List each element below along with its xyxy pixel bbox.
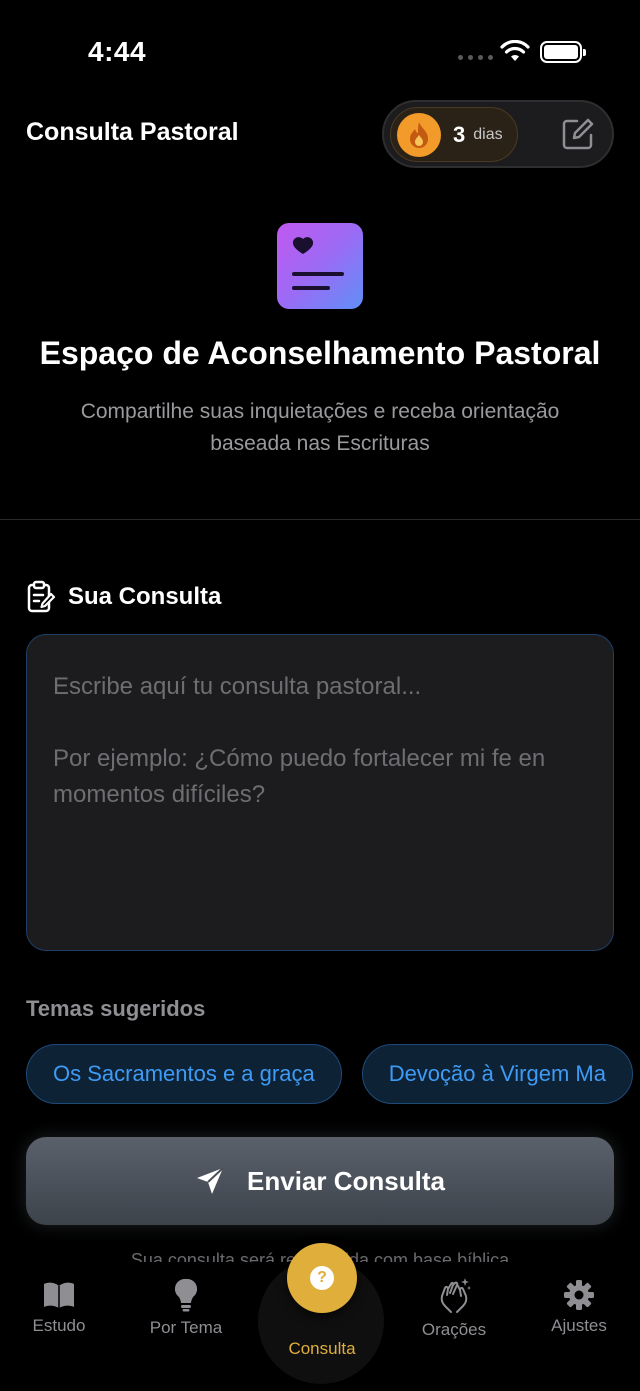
send-label: Enviar Consulta <box>247 1165 445 1196</box>
tab-por-tema[interactable]: Por Tema <box>140 1278 232 1338</box>
streak-count: 3 <box>453 121 466 147</box>
tab-ajustes[interactable]: Ajustes <box>540 1280 618 1336</box>
status-time: 4:44 <box>88 36 147 67</box>
tab-label: Consulta <box>288 1339 356 1358</box>
battery-icon <box>540 41 586 63</box>
hero-title: Espaço de Aconselhamento Pastoral <box>39 335 601 371</box>
page-title: Consulta Pastoral <box>26 118 239 146</box>
book-icon <box>44 1282 74 1308</box>
lightbulb-icon <box>174 1278 198 1312</box>
flame-icon <box>397 112 441 157</box>
tab-consulta[interactable]: Consulta <box>270 1339 374 1359</box>
tab-bar: Estudo Por Tema ? Consulta Orações Ajust… <box>0 1243 640 1391</box>
topics-label: Temas sugeridos <box>26 996 206 1021</box>
praying-hands-icon <box>440 1278 471 1313</box>
streak-badge[interactable]: 3 dias <box>390 107 518 162</box>
tab-oracoes[interactable]: Orações <box>410 1276 498 1340</box>
tab-label: Ajustes <box>551 1316 607 1335</box>
streak-unit: dias <box>473 125 503 143</box>
question-icon: ? <box>310 1266 334 1290</box>
gear-icon <box>564 1280 594 1310</box>
tab-label: Por Tema <box>149 1318 223 1337</box>
cellular-signal-icon <box>458 55 493 60</box>
consulta-textarea[interactable]: Escribe aquí tu consulta pastoral... Por… <box>26 634 614 951</box>
header-actions: 3 dias <box>382 100 614 168</box>
tab-estudo[interactable]: Estudo <box>24 1280 94 1336</box>
clipboard-edit-icon <box>27 580 56 613</box>
pastoral-heart-document-icon <box>277 223 363 309</box>
wifi-icon <box>500 40 530 61</box>
compose-icon[interactable] <box>560 116 596 152</box>
consulta-tab-button[interactable]: ? <box>287 1243 357 1313</box>
section-divider <box>0 519 640 520</box>
paper-plane-icon <box>197 1167 224 1194</box>
send-consulta-button[interactable]: Enviar Consulta <box>26 1137 614 1225</box>
status-bar: 4:44 <box>0 0 640 100</box>
hero-subtitle: Compartilhe suas inquietações e receba o… <box>80 400 560 455</box>
tab-label: Estudo <box>32 1316 86 1335</box>
topic-chip[interactable]: Devoção à Virgem Ma <box>361 1044 633 1104</box>
consulta-section-title: Sua Consulta <box>26 580 221 614</box>
topic-chips: Os Sacramentos e a graça Devoção à Virge… <box>26 1044 633 1104</box>
topic-chip[interactable]: Os Sacramentos e a graça <box>26 1044 342 1104</box>
consulta-label: Sua Consulta <box>68 583 222 610</box>
tab-label: Orações <box>421 1320 487 1339</box>
